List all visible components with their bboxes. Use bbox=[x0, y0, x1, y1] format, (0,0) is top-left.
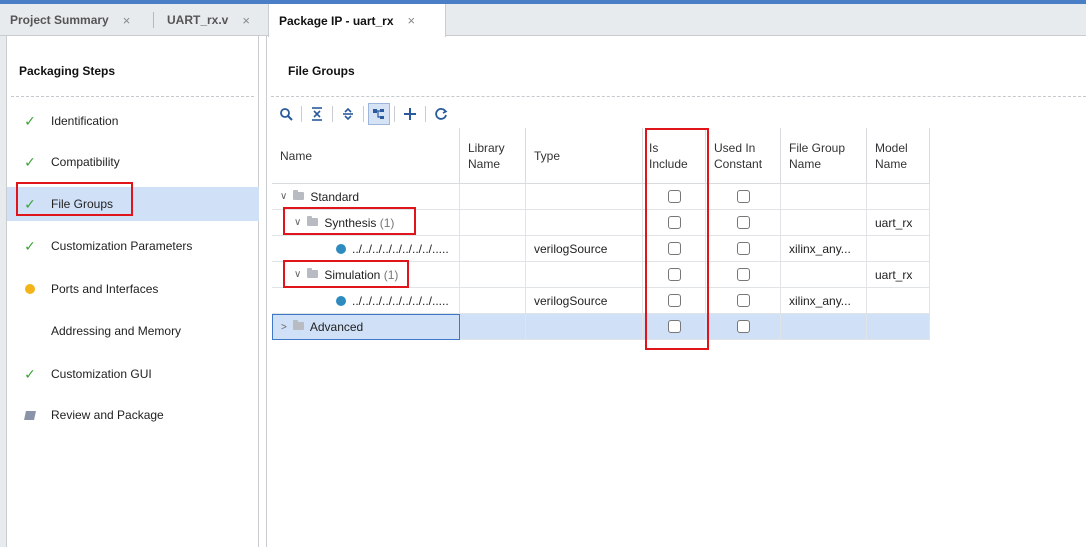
toolbar-separator bbox=[332, 106, 333, 122]
model-name-cell: uart_rx bbox=[867, 262, 930, 288]
library-name-cell bbox=[460, 314, 526, 340]
model-name-cell bbox=[867, 288, 930, 314]
model-name-cell bbox=[867, 236, 930, 262]
type-cell: verilogSource bbox=[526, 236, 643, 262]
left-edge-strip bbox=[0, 36, 7, 547]
file-groups-toolbar bbox=[275, 100, 452, 128]
model-name-cell: uart_rx bbox=[867, 210, 930, 236]
used-in-constant-checkbox[interactable] bbox=[736, 294, 750, 307]
library-name-cell bbox=[460, 262, 526, 288]
name-cell: ../../../../../../../../..... bbox=[272, 236, 460, 262]
file-group-name-cell bbox=[781, 184, 867, 210]
used-in-constant-checkbox[interactable] bbox=[736, 216, 750, 229]
model-name-cell bbox=[867, 184, 930, 210]
chevron-right-icon[interactable]: > bbox=[281, 322, 287, 333]
toolbar-separator bbox=[425, 106, 426, 122]
type-cell bbox=[526, 262, 643, 288]
highlight-is-include-column bbox=[645, 128, 709, 350]
highlight-file-groups bbox=[16, 182, 133, 216]
step-compatibility[interactable]: ✓ Compatibility bbox=[7, 145, 259, 179]
check-icon: ✓ bbox=[24, 153, 36, 170]
folder-icon bbox=[293, 189, 305, 200]
add-icon[interactable] bbox=[399, 103, 421, 125]
toolbar-separator bbox=[301, 106, 302, 122]
column-header-model-name[interactable]: Model Name bbox=[867, 128, 930, 184]
highlight-simulation bbox=[283, 260, 409, 288]
panel-title: File Groups bbox=[288, 64, 355, 78]
type-cell bbox=[526, 210, 643, 236]
warning-icon bbox=[20, 281, 40, 297]
editor-tab-bar: Project Summary × UART_rx.v × Package IP… bbox=[0, 4, 1086, 37]
folder-icon bbox=[292, 320, 304, 330]
divider bbox=[271, 96, 1086, 97]
file-icon bbox=[336, 243, 346, 254]
file-icon bbox=[336, 295, 346, 306]
used-in-constant-cell bbox=[706, 288, 781, 314]
used-in-constant-checkbox[interactable] bbox=[736, 268, 750, 281]
highlight-synthesis bbox=[283, 207, 416, 235]
expand-all-icon[interactable] bbox=[337, 103, 359, 125]
type-cell bbox=[526, 184, 643, 210]
close-icon[interactable]: × bbox=[123, 13, 131, 28]
file-group-name-cell: xilinx_any... bbox=[781, 236, 867, 262]
collapse-all-icon[interactable] bbox=[306, 103, 328, 125]
used-in-constant-cell bbox=[706, 314, 781, 340]
check-icon: ✓ bbox=[24, 365, 36, 382]
tab-package-ip[interactable]: Package IP - uart_rx × bbox=[268, 4, 446, 37]
step-customization-gui[interactable]: ✓ Customization GUI bbox=[7, 357, 259, 391]
used-in-constant-cell bbox=[706, 210, 781, 236]
column-header-name[interactable]: Name bbox=[272, 128, 460, 184]
used-in-constant-cell bbox=[706, 262, 781, 288]
used-in-constant-cell bbox=[706, 236, 781, 262]
library-name-cell bbox=[460, 184, 526, 210]
library-name-cell bbox=[460, 236, 526, 262]
column-header-used-in-constant[interactable]: Used In Constant bbox=[706, 128, 781, 184]
file-group-name-cell bbox=[781, 262, 867, 288]
step-identification[interactable]: ✓ Identification bbox=[7, 104, 259, 138]
type-cell bbox=[526, 314, 643, 340]
column-header-file-group-name[interactable]: File Group Name bbox=[781, 128, 867, 184]
step-customization-parameters[interactable]: ✓ Customization Parameters bbox=[7, 229, 259, 263]
used-in-constant-checkbox[interactable] bbox=[736, 320, 750, 333]
chevron-down-icon[interactable]: ∨ bbox=[280, 191, 287, 202]
toolbar-separator bbox=[394, 106, 395, 122]
model-name-cell bbox=[867, 314, 930, 340]
name-cell: ../../../../../../../../..... bbox=[272, 288, 460, 314]
used-in-constant-cell bbox=[706, 184, 781, 210]
column-header-library-name[interactable]: Library Name bbox=[460, 128, 526, 184]
used-in-constant-checkbox[interactable] bbox=[736, 242, 750, 255]
close-icon[interactable]: × bbox=[408, 13, 416, 28]
tab-divider bbox=[153, 12, 154, 28]
type-cell: verilogSource bbox=[526, 288, 643, 314]
packaging-steps-panel: Packaging Steps ✓ Identification ✓ Compa… bbox=[7, 36, 259, 547]
step-ports-and-interfaces[interactable]: Ports and Interfaces bbox=[7, 272, 259, 306]
file-group-name-cell: xilinx_any... bbox=[781, 288, 867, 314]
name-cell: > Advanced bbox=[272, 314, 460, 340]
check-icon: ✓ bbox=[24, 112, 36, 129]
toolbar-separator bbox=[363, 106, 364, 122]
panel-title: Packaging Steps bbox=[19, 64, 116, 78]
divider bbox=[11, 96, 254, 97]
tab-uart-rx-v[interactable]: UART_rx.v × bbox=[157, 4, 264, 36]
library-name-cell bbox=[460, 210, 526, 236]
review-icon bbox=[20, 407, 40, 423]
step-review-and-package[interactable]: Review and Package bbox=[7, 398, 259, 432]
hierarchy-icon[interactable] bbox=[368, 103, 390, 125]
file-group-name-cell bbox=[781, 210, 867, 236]
tab-project-summary[interactable]: Project Summary × bbox=[0, 4, 147, 36]
close-icon[interactable]: × bbox=[242, 13, 250, 28]
column-header-type[interactable]: Type bbox=[526, 128, 643, 184]
search-icon[interactable] bbox=[275, 103, 297, 125]
used-in-constant-checkbox[interactable] bbox=[736, 190, 750, 203]
refresh-icon[interactable] bbox=[430, 103, 452, 125]
step-addressing-and-memory[interactable]: Addressing and Memory bbox=[7, 314, 259, 348]
library-name-cell bbox=[460, 288, 526, 314]
check-icon: ✓ bbox=[24, 237, 36, 254]
file-group-name-cell bbox=[781, 314, 867, 340]
